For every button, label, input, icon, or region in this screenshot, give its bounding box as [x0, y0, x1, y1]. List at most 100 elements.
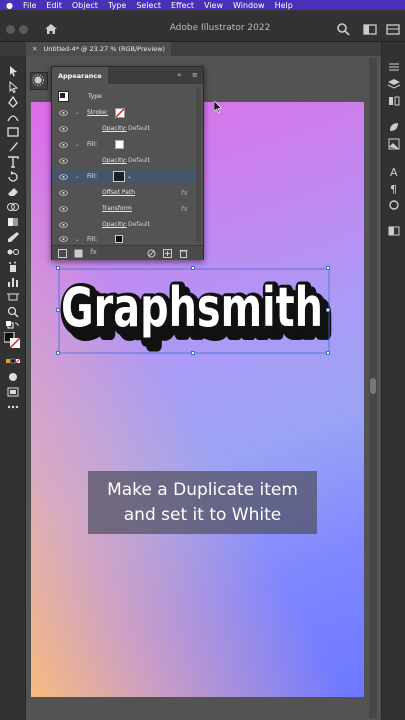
pen-tool-icon[interactable] [6, 93, 20, 108]
fx-icon[interactable]: fx [181, 205, 188, 213]
panel-menu-icon[interactable]: ≡ [192, 71, 198, 79]
artboard-tool-icon[interactable] [6, 288, 20, 301]
fill-label[interactable]: Fill: [87, 236, 97, 243]
arrange-documents-icon[interactable] [386, 22, 400, 36]
fill-stroke-swatches[interactable] [3, 331, 21, 349]
visibility-eye-icon[interactable] [59, 189, 68, 196]
visibility-eye-icon[interactable] [59, 157, 68, 164]
duplicate-item-icon[interactable] [163, 249, 172, 258]
close-window-icon[interactable] [6, 25, 15, 34]
headline-text[interactable]: Graphsmith [61, 276, 323, 339]
swatch-dropdown-icon[interactable]: ⌄ [127, 173, 132, 180]
symbol-sprayer-tool-icon[interactable] [6, 258, 20, 272]
handle-top-middle[interactable] [191, 266, 195, 270]
menu-effect[interactable]: Effect [171, 1, 194, 10]
clear-appearance-icon[interactable] [147, 249, 156, 258]
fx-icon[interactable]: fx [181, 189, 188, 197]
row-fill-1-opacity[interactable]: Opacity: Default [52, 153, 197, 168]
menu-object[interactable]: Object [72, 1, 98, 10]
document-tab[interactable]: ✕ Untitled-4* @ 23.27 % (RGB/Preview) [26, 42, 172, 56]
eyedropper-tool-icon[interactable] [6, 228, 20, 242]
fill-swatch-dark[interactable] [115, 235, 123, 243]
row-stroke-opacity[interactable]: Opacity: Default [52, 121, 197, 136]
eraser-tool-icon[interactable] [6, 183, 20, 196]
menu-view[interactable]: View [204, 1, 223, 10]
color-panel-icon[interactable] [387, 118, 401, 131]
gradient-tool-icon[interactable] [6, 213, 20, 226]
appearance-tab[interactable]: Appearance [52, 67, 108, 84]
row-fill-3[interactable]: ⌄ Fill: [52, 233, 197, 245]
type-tool-icon[interactable] [6, 153, 20, 168]
rectangle-tool-icon[interactable] [6, 123, 20, 137]
panel-collapse-button[interactable] [30, 72, 48, 90]
menu-select[interactable]: Select [136, 1, 161, 10]
stroke-label[interactable]: Stroke: [87, 109, 108, 116]
menu-file[interactable]: File [23, 1, 36, 10]
selection-tool-icon[interactable] [6, 62, 20, 77]
workspace-icon[interactable] [363, 22, 377, 36]
direct-selection-tool-icon[interactable] [6, 78, 20, 94]
visibility-eye-icon[interactable] [59, 236, 68, 242]
handle-bottom-left[interactable] [56, 351, 60, 355]
trash-icon[interactable] [179, 249, 188, 258]
screen-mode-icon[interactable] [6, 383, 20, 397]
search-icon[interactable] [336, 22, 350, 36]
minimize-window-icon[interactable] [19, 25, 28, 34]
visibility-eye-icon[interactable] [59, 221, 68, 228]
scrollbar-thumb[interactable] [370, 378, 376, 394]
visibility-eye-icon[interactable] [59, 205, 68, 212]
column-graph-tool-icon[interactable] [6, 273, 20, 287]
handle-bottom-middle[interactable] [191, 351, 195, 355]
image-trace-panel-icon[interactable] [387, 135, 401, 150]
row-fill-2-opacity[interactable]: Opacity: Default [52, 217, 197, 232]
panel-scrollbar[interactable] [196, 87, 201, 243]
row-effect-offset-path[interactable]: Offset Path fx [52, 185, 197, 200]
chevron-down-icon[interactable]: ⌄ [75, 173, 80, 180]
add-fill-icon[interactable] [74, 249, 83, 258]
row-stroke[interactable]: ⌄ Stroke: [52, 105, 197, 120]
more-tools-icon[interactable] [6, 398, 20, 410]
close-tab-icon[interactable]: ✕ [32, 45, 37, 53]
visibility-eye-icon[interactable] [59, 109, 68, 116]
headline-artwork[interactable]: Graphsmith Graphsmith Graphsmith [58, 268, 333, 354]
fill-swatch-white[interactable] [115, 140, 124, 149]
rotate-tool-icon[interactable] [6, 168, 20, 182]
menu-type[interactable]: Type [108, 1, 126, 10]
chevron-down-icon[interactable]: ⌄ [75, 109, 80, 116]
effect-transform[interactable]: Transform [102, 205, 132, 212]
fill-stroke-swap-icon[interactable] [6, 318, 20, 330]
handle-bottom-right[interactable] [326, 351, 330, 355]
row-fill-1[interactable]: ⌄ Fill: [52, 137, 197, 152]
visibility-eye-icon[interactable] [59, 173, 68, 180]
fill-label[interactable]: Fill: [87, 141, 97, 148]
paragraph-panel-icon[interactable]: ¶ [387, 179, 401, 196]
menu-window[interactable]: Window [233, 1, 265, 10]
handle-middle-right[interactable] [326, 308, 330, 312]
fill-swatch-black[interactable] [113, 171, 125, 182]
shape-builder-tool-icon[interactable] [6, 198, 20, 211]
visibility-eye-icon[interactable] [59, 141, 68, 148]
handle-top-right[interactable] [326, 266, 330, 270]
curvature-tool-icon[interactable] [6, 108, 20, 122]
handle-top-left[interactable] [56, 266, 60, 270]
row-effect-transform[interactable]: Transform fx [52, 201, 197, 216]
zoom-tool-icon[interactable] [6, 303, 20, 318]
opacity-label[interactable]: Opacity: [102, 125, 127, 132]
opacity-label[interactable]: Opacity: [102, 157, 127, 164]
paintbrush-tool-icon[interactable] [6, 138, 20, 152]
row-type[interactable]: Type [52, 89, 197, 104]
collapse-panel-icon[interactable]: « [177, 71, 181, 79]
menu-edit[interactable]: Edit [46, 1, 62, 10]
opentype-panel-icon[interactable] [387, 196, 401, 210]
stroke-none-swatch[interactable] [115, 107, 125, 118]
vertical-scrollbar[interactable] [369, 58, 377, 718]
layers-panel-icon[interactable] [387, 75, 401, 89]
drawing-mode-icon[interactable] [6, 368, 20, 381]
fill-label[interactable]: Fill: [87, 173, 97, 180]
libraries-panel-icon[interactable] [387, 92, 401, 106]
character-panel-icon[interactable]: A [387, 162, 401, 179]
visibility-eye-icon[interactable] [59, 125, 68, 132]
chevron-down-icon[interactable]: ⌄ [75, 141, 80, 148]
handle-middle-left[interactable] [56, 308, 60, 312]
effect-offset-path[interactable]: Offset Path [102, 189, 135, 196]
